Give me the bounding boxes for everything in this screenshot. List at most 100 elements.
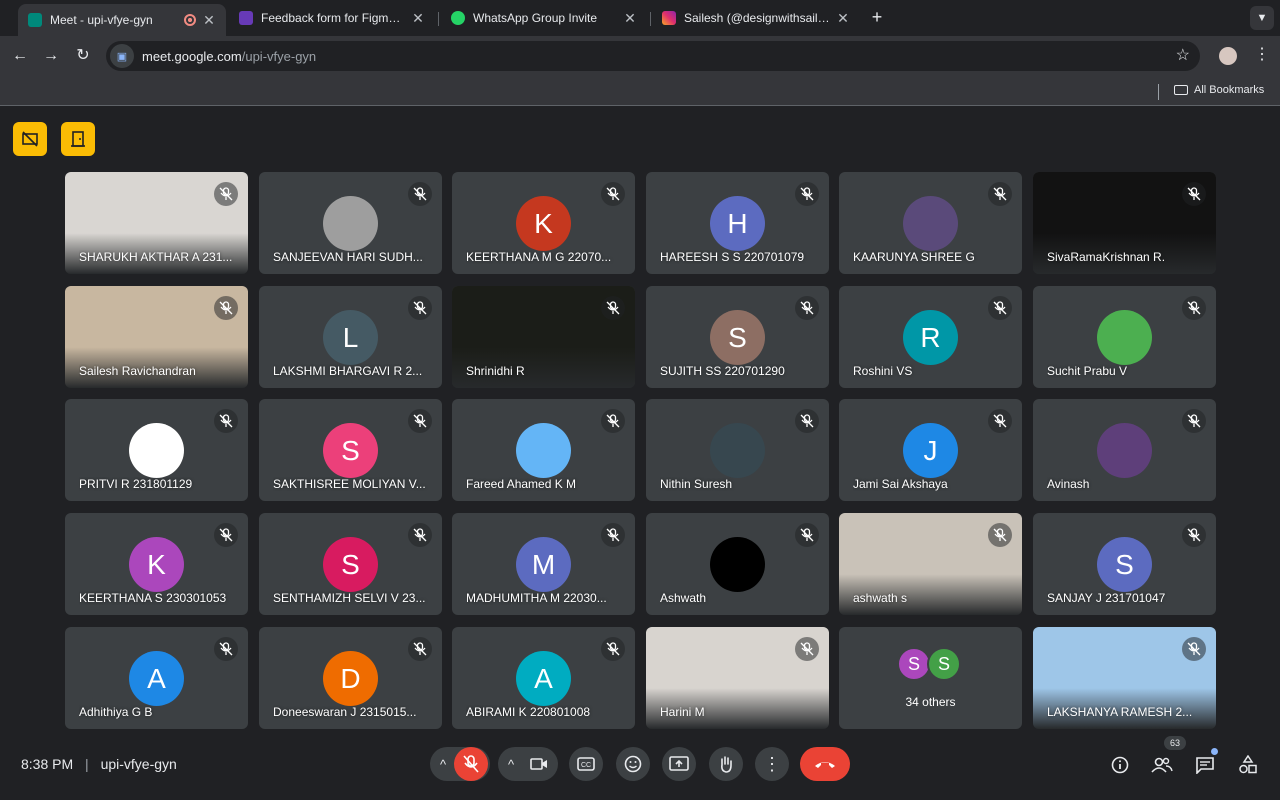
tab-instagram[interactable]: Sailesh (@designwithsail) • In ✕: [652, 4, 860, 32]
tab-meet[interactable]: Meet - upi-vfye-gyn ✕: [18, 4, 226, 36]
url-host: meet.google.com: [142, 48, 242, 64]
address-bar[interactable]: ▣ meet.google.com/upi-vfye-gyn ☆: [106, 41, 1200, 71]
meeting-details-icon[interactable]: [1105, 750, 1135, 780]
participant-name: SivaRamaKrishnan R.: [1047, 250, 1166, 264]
others-avatar: S: [897, 647, 931, 681]
participant-count-badge: 63: [1164, 736, 1186, 750]
participant-tile[interactable]: Suchit Prabu V: [1033, 286, 1216, 388]
close-tab-icon[interactable]: ✕: [411, 10, 425, 27]
profile-avatar[interactable]: [1219, 47, 1237, 65]
participant-avatar: [516, 423, 571, 478]
close-tab-icon[interactable]: ✕: [202, 12, 216, 29]
mic-off-icon: [408, 182, 432, 206]
mic-off-icon: [795, 523, 819, 547]
participant-tile[interactable]: S SENTHAMIZH SELVI V 23...: [259, 513, 442, 615]
participant-tile[interactable]: D Doneeswaran J 2315015...: [259, 627, 442, 729]
leave-call-button[interactable]: [800, 747, 850, 781]
chat-icon[interactable]: [1190, 748, 1220, 780]
present-screen-button[interactable]: [662, 747, 696, 781]
participant-tile[interactable]: SivaRamaKrishnan R.: [1033, 172, 1216, 274]
participant-name: HAREESH S S 220701079: [660, 250, 805, 264]
participant-tile[interactable]: Nithin Suresh: [646, 399, 829, 501]
activities-icon[interactable]: [1233, 750, 1263, 780]
mic-options-chevron-icon[interactable]: ^: [430, 747, 456, 781]
raise-hand-button[interactable]: [709, 747, 743, 781]
participant-tile[interactable]: ashwath s: [839, 513, 1022, 615]
participant-tile[interactable]: H HAREESH S S 220701079: [646, 172, 829, 274]
captions-off-icon[interactable]: [13, 122, 47, 156]
forward-icon[interactable]: →: [39, 44, 63, 68]
tab-title: Meet - upi-vfye-gyn: [50, 13, 153, 27]
camera-options-chevron-icon[interactable]: ^: [498, 747, 524, 781]
back-icon[interactable]: ←: [8, 44, 32, 68]
participant-tile[interactable]: K KEERTHANA S 230301053: [65, 513, 248, 615]
captions-button[interactable]: CC: [569, 747, 603, 781]
tab-whatsapp[interactable]: WhatsApp Group Invite ✕: [441, 4, 647, 32]
participant-tile[interactable]: A ABIRAMI K 220801008: [452, 627, 635, 729]
reload-icon[interactable]: ↻: [71, 44, 95, 68]
participant-name: SANJEEVAN HARI SUDH...: [273, 250, 423, 264]
participant-tile[interactable]: S SAKTHISREE MOLIYAN V...: [259, 399, 442, 501]
meeting-info: 8:38 PM | upi-vfye-gyn: [21, 756, 177, 772]
mic-off-icon: [408, 296, 432, 320]
participant-tile[interactable]: J Jami Sai Akshaya: [839, 399, 1022, 501]
participant-tile[interactable]: Ashwath: [646, 513, 829, 615]
tab-title: WhatsApp Group Invite: [473, 11, 598, 25]
participant-tile[interactable]: Fareed Ahamed K M: [452, 399, 635, 501]
participant-name: ABIRAMI K 220801008: [466, 705, 591, 719]
participant-tile[interactable]: PRITVI R 231801129: [65, 399, 248, 501]
all-bookmarks-button[interactable]: All Bookmarks: [1174, 84, 1264, 96]
folder-icon: [1174, 85, 1188, 95]
closed-captions-icon: CC: [577, 757, 595, 771]
participant-name: MADHUMITHA M 22030...: [466, 591, 607, 605]
mic-off-icon: [214, 637, 238, 661]
participant-tile[interactable]: S S 34 others: [839, 627, 1022, 729]
tab-feedback-form[interactable]: Feedback form for Figma Eve ✕: [229, 4, 435, 32]
mic-off-icon: [795, 637, 819, 661]
participant-tile[interactable]: A Adhithiya G B: [65, 627, 248, 729]
participant-tile[interactable]: L LAKSHMI BHARGAVI R 2...: [259, 286, 442, 388]
chevron-down-icon[interactable]: ▼: [1250, 6, 1274, 30]
new-tab-icon[interactable]: +: [866, 6, 888, 28]
mic-off-icon: [601, 296, 625, 320]
door-exit-icon[interactable]: [61, 122, 95, 156]
people-icon[interactable]: [1147, 750, 1177, 780]
camera-button[interactable]: [522, 747, 556, 781]
info-separator: |: [85, 756, 89, 772]
participant-avatar: S: [1097, 537, 1152, 592]
participant-tile[interactable]: K KEERTHANA M G 22070...: [452, 172, 635, 274]
reactions-button[interactable]: [616, 747, 650, 781]
participant-tile[interactable]: S SUJITH SS 220701290: [646, 286, 829, 388]
current-time: 8:38 PM: [21, 756, 74, 772]
participant-tile[interactable]: Harini M: [646, 627, 829, 729]
emoji-icon: [624, 755, 642, 773]
participant-avatar: D: [323, 651, 378, 706]
participant-tile[interactable]: LAKSHANYA RAMESH 2...: [1033, 627, 1216, 729]
chat-unread-dot: [1211, 748, 1218, 755]
whatsapp-icon: [451, 11, 465, 25]
participant-avatar: [1097, 423, 1152, 478]
participant-tile[interactable]: M MADHUMITHA M 22030...: [452, 513, 635, 615]
participant-tile[interactable]: SHARUKH AKTHAR A 231...: [65, 172, 248, 274]
close-tab-icon[interactable]: ✕: [836, 10, 850, 27]
participant-tile[interactable]: Avinash: [1033, 399, 1216, 501]
participant-tile[interactable]: R Roshini VS: [839, 286, 1022, 388]
mic-off-icon: [988, 296, 1012, 320]
close-tab-icon[interactable]: ✕: [623, 10, 637, 27]
bookmark-star-icon[interactable]: ☆: [1176, 45, 1190, 65]
more-options-icon[interactable]: ⋮: [755, 747, 789, 781]
mic-muted-button[interactable]: [454, 747, 488, 781]
mic-off-icon: [214, 523, 238, 547]
participant-tile[interactable]: S SANJAY J 231701047: [1033, 513, 1216, 615]
participant-name: Fareed Ahamed K M: [466, 477, 577, 491]
participant-tile[interactable]: Sailesh Ravichandran: [65, 286, 248, 388]
site-info-icon[interactable]: ▣: [110, 44, 134, 68]
participant-avatar: [903, 196, 958, 251]
browser-menu-icon[interactable]: ⋮: [1254, 44, 1270, 64]
others-avatars: SS: [897, 647, 961, 681]
mic-off-icon: [601, 409, 625, 433]
participant-tile[interactable]: Shrinidhi R: [452, 286, 635, 388]
others-count-label: 34 others: [905, 695, 956, 709]
participant-tile[interactable]: KAARUNYA SHREE G: [839, 172, 1022, 274]
participant-tile[interactable]: SANJEEVAN HARI SUDH...: [259, 172, 442, 274]
